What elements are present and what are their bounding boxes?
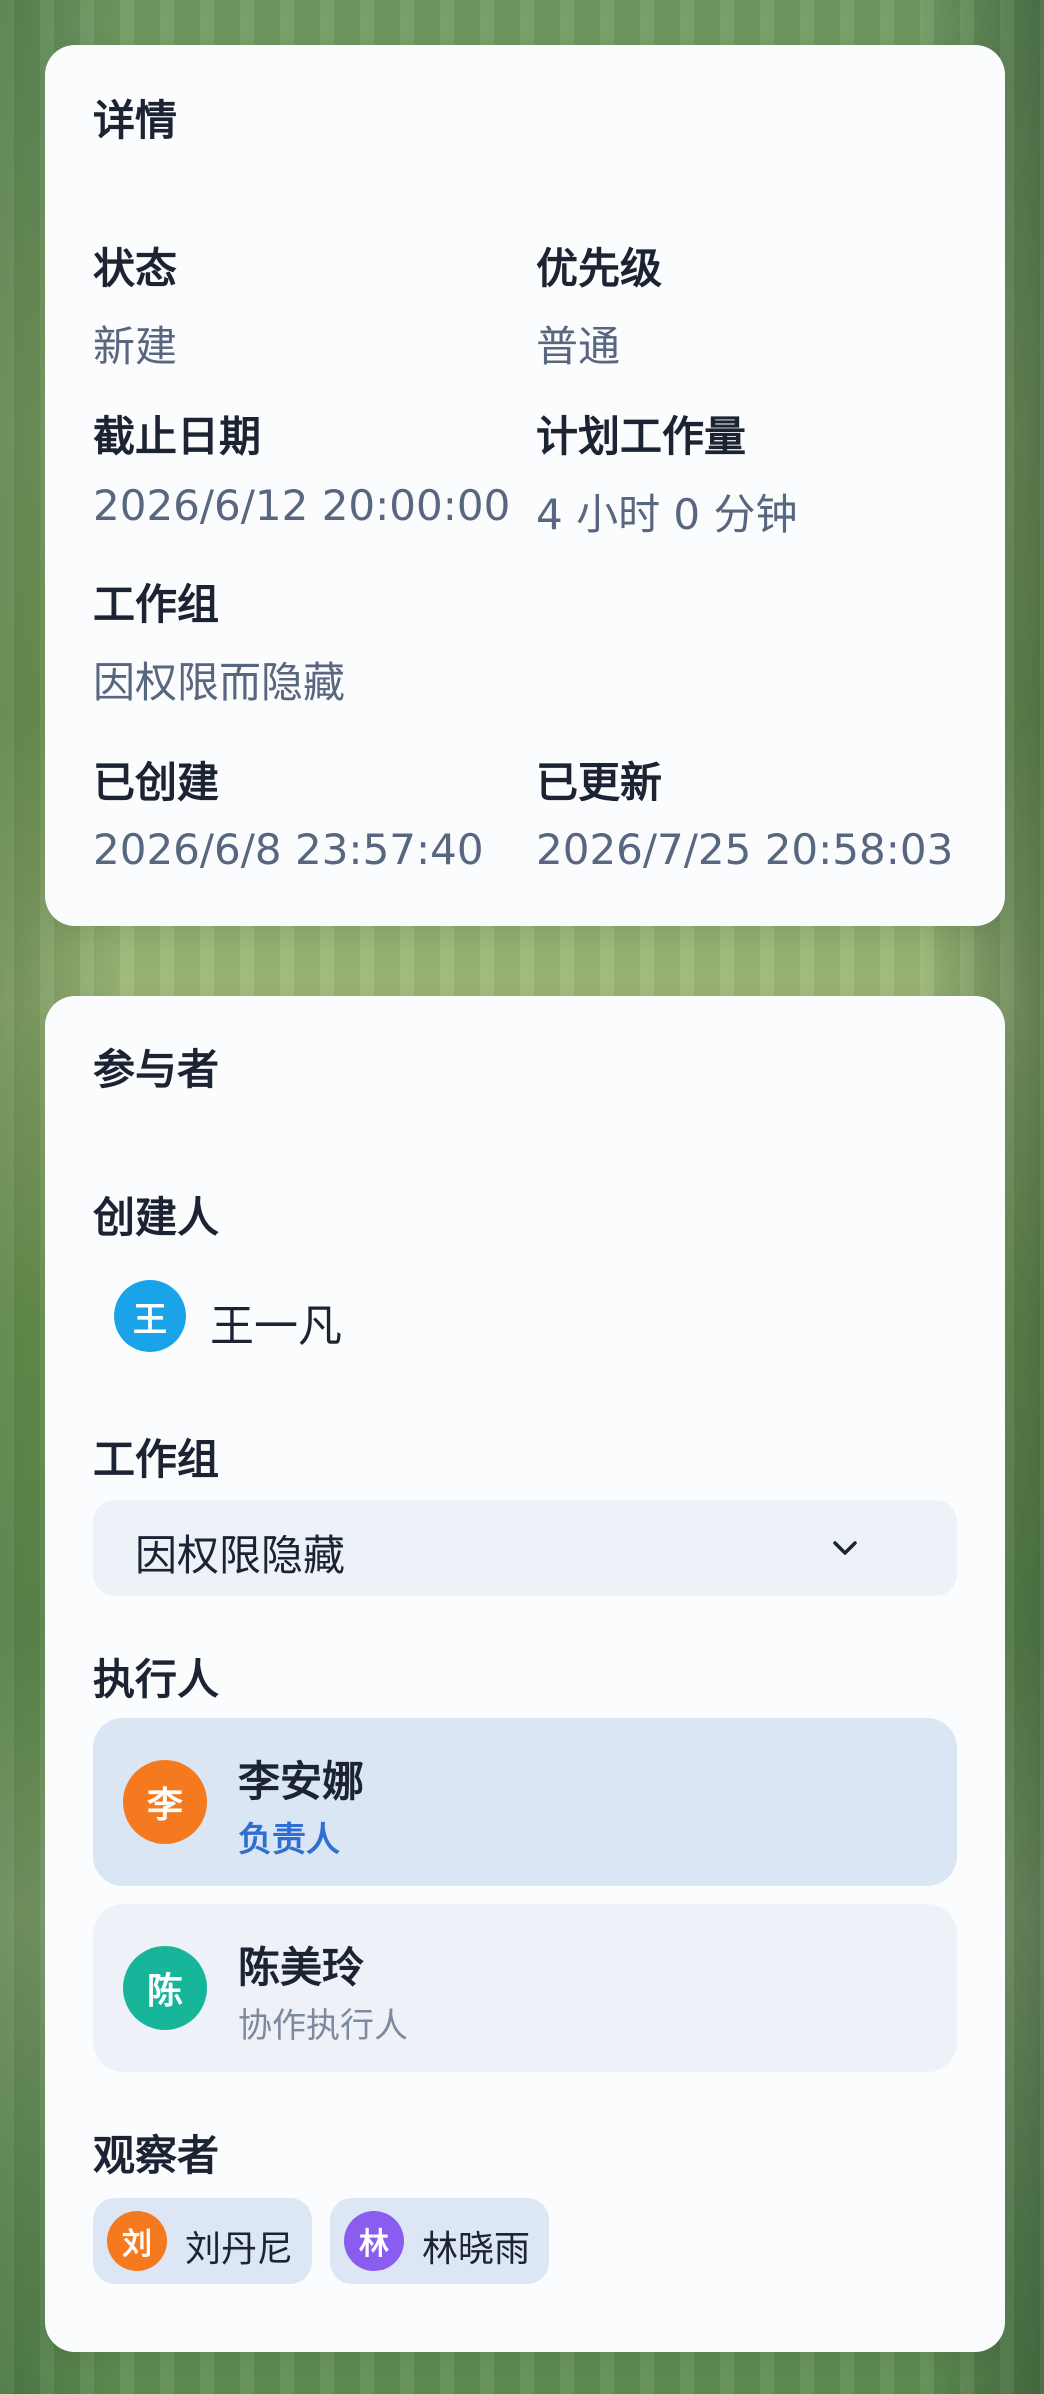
creator-name: 王一凡 <box>210 1301 342 1352</box>
work-group-label: 工作组 <box>93 580 220 629</box>
assignee-role: 协作执行人 <box>238 2006 408 2046</box>
participants-card: 参与者 创建人 王 王一凡 工作组 因权限隐藏 执行人 李 李安娜 负责人 陈 … <box>45 996 1005 2352</box>
assignee-name: 李安娜 <box>238 1757 365 1806</box>
priority-value: 普通 <box>536 322 621 371</box>
watcher-chip[interactable]: 林 林晓雨 <box>330 2198 549 2284</box>
avatar: 李 <box>123 1760 207 1844</box>
avatar: 刘 <box>107 2211 167 2271</box>
details-title: 详情 <box>93 96 178 145</box>
created-label: 已创建 <box>93 758 220 807</box>
work-group-label: 工作组 <box>93 1435 220 1484</box>
assignee-item[interactable]: 陈 陈美玲 协作执行人 <box>93 1904 957 2072</box>
avatar: 陈 <box>123 1946 207 2030</box>
creator-label: 创建人 <box>93 1193 220 1242</box>
assignees-label: 执行人 <box>93 1655 220 1704</box>
planned-effort-label: 计划工作量 <box>536 412 747 461</box>
due-date-label: 截止日期 <box>93 412 262 461</box>
status-value: 新建 <box>93 322 178 371</box>
assignee-name: 陈美玲 <box>238 1943 365 1992</box>
work-group-selected-value: 因权限隐藏 <box>135 1531 346 1580</box>
status-label: 状态 <box>93 244 178 293</box>
updated-value: 2026/7/25 20:58:03 <box>536 825 954 874</box>
priority-label: 优先级 <box>536 244 663 293</box>
work-group-select[interactable]: 因权限隐藏 <box>93 1500 957 1596</box>
avatar: 林 <box>344 2211 404 2271</box>
watcher-chip[interactable]: 刘 刘丹尼 <box>93 2198 312 2284</box>
chevron-down-icon <box>833 1541 857 1555</box>
work-group-value: 因权限而隐藏 <box>93 658 346 707</box>
details-card: 详情 状态 新建 优先级 普通 截止日期 2026/6/12 20:00:00 … <box>45 45 1005 926</box>
due-date-value: 2026/6/12 20:00:00 <box>93 481 511 530</box>
updated-label: 已更新 <box>536 758 663 807</box>
avatar: 王 <box>114 1280 186 1352</box>
created-value: 2026/6/8 23:57:40 <box>93 825 484 874</box>
watcher-name: 刘丹尼 <box>185 2229 294 2270</box>
participants-title: 参与者 <box>93 1045 220 1094</box>
assignee-role: 负责人 <box>238 1820 340 1860</box>
watcher-name: 林晓雨 <box>422 2229 531 2270</box>
planned-effort-value: 4 小时 0 分钟 <box>536 490 798 539</box>
watchers-label: 观察者 <box>93 2131 220 2180</box>
assignee-item[interactable]: 李 李安娜 负责人 <box>93 1718 957 1886</box>
